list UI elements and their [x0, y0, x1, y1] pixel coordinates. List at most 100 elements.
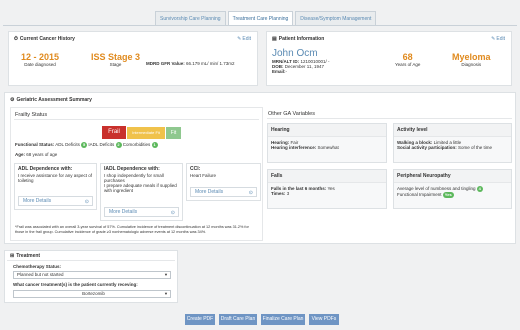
treatment-header: ⊞ Treatment — [10, 253, 40, 259]
frailty-footnote: *Frail was associated with an overall 3-… — [15, 225, 249, 234]
cci-more-details-button[interactable]: More Details ⊙ — [190, 187, 257, 197]
times-value: 3 — [286, 191, 290, 196]
patient-diagnosis-label: Diagnosis — [461, 62, 482, 67]
view-pdfs-button[interactable]: View PDFs — [309, 314, 339, 325]
fit-button[interactable]: Fit — [166, 127, 181, 139]
patient-diagnosis: Myeloma — [452, 52, 491, 62]
neuropathy-title: Peripheral Neuropathy — [394, 170, 511, 183]
patient-info-edit-link[interactable]: ✎ Edit — [491, 36, 505, 42]
chemo-status-select[interactable]: Planned but not started ▼ — [13, 271, 171, 279]
edit-label: Edit — [242, 36, 251, 42]
adl-more-details-button[interactable]: More Details ⊙ — [18, 196, 93, 206]
stage-label: Stage — [109, 62, 122, 67]
interference-value: Somewhat — [317, 145, 339, 150]
arrow-right-icon: ⊙ — [84, 199, 89, 205]
falls-box: Falls Falls in the last 6 months: Yes Ti… — [267, 169, 387, 209]
other-ga-section: Other GA Variables Hearing Hearing: Fair… — [267, 107, 512, 241]
frail-button[interactable]: Frail — [102, 126, 126, 139]
more-details-label: More Details — [195, 189, 224, 195]
cci-box: CCI: Heart Failure More Details ⊙ — [186, 163, 261, 201]
chemo-status-label: Chemotherapy Status: — [13, 264, 62, 269]
age-value: 68 years of age — [26, 152, 58, 157]
adl-dependence-text: I receive assistance for any aspect of t… — [18, 173, 93, 183]
other-ga-divider — [267, 118, 512, 119]
tab-bar: Survivorship Care Planning Treatment Car… — [155, 11, 377, 25]
tab-disease-symptom-management[interactable]: Disease/Symptom Management — [295, 11, 377, 25]
gfr-block: MDRD GFR Value: 66.179 mL/ min/ 1.73m2 — [146, 61, 235, 66]
diagnosis-date: 12 - 2015 — [21, 52, 60, 62]
gfr-value: 66.179 mL/ min/ 1.73m2 — [186, 61, 235, 66]
impairment-label: Functional Impairment — [397, 192, 442, 197]
dob-value: December 11, 1947 — [284, 64, 324, 69]
impairment-row: Functional Impairment Yes — [394, 192, 511, 198]
frailty-status-title: Frailty Status — [15, 112, 48, 118]
intermediate-fit-button[interactable]: Intermediate Fit — [127, 127, 165, 139]
activity-box: Activity level Walking a block: Limited … — [393, 123, 512, 163]
cancer-history-title: Current Cancer History — [19, 36, 75, 42]
current-treatment-label: What cancer treatment(s) is the patient … — [13, 282, 138, 287]
hearing-row: Hearing: Fair — [268, 137, 386, 145]
functional-status-label: Functional Status: — [15, 142, 55, 148]
patient-age-label: Years of Age — [395, 62, 421, 67]
more-details-label: More Details — [109, 209, 138, 215]
times-label: Times: — [271, 191, 286, 196]
draft-care-plan-button[interactable]: Draft Care Plan — [219, 314, 257, 325]
cci-title: CCI: — [190, 166, 201, 172]
other-ga-title: Other GA Variables — [268, 111, 315, 117]
tab-survivorship-care-planning[interactable]: Survivorship Care Planning — [155, 11, 226, 25]
age-label: Age: — [15, 152, 25, 157]
numbness-label: Average level of numbness and tingling — [397, 186, 476, 192]
neuropathy-box: Peripheral Neuropathy Average level of n… — [393, 169, 512, 209]
patient-age: 68 — [402, 52, 413, 62]
activity-title: Activity level — [394, 124, 511, 137]
stage-block: ISS Stage 3 Stage — [91, 52, 140, 67]
diagnosis-date-label: Date diagnosed — [24, 62, 56, 67]
patient-info-panel: ▤ Patient Information ✎ Edit John Ocm MR… — [266, 31, 512, 86]
iadl-dependence-text: I shop independently for small purchases — [104, 173, 164, 183]
patient-age-block: 68 Years of Age — [395, 52, 420, 67]
edit-icon: ✎ — [237, 36, 242, 42]
falls-title: Falls — [268, 170, 386, 183]
treatment-title: Treatment — [16, 253, 41, 259]
create-pdf-button[interactable]: Create PDF — [185, 314, 215, 325]
cancer-history-header: ⏱ Current Cancer History — [14, 36, 75, 42]
tab-treatment-care-planning[interactable]: Treatment Care Planning — [227, 11, 294, 25]
patient-info-header: ▤ Patient Information — [272, 36, 324, 42]
cancer-history-edit-link[interactable]: ✎ Edit — [237, 36, 251, 42]
social-row: Social activity participation: Some of t… — [394, 145, 511, 150]
gfr-label: MDRD GFR Value: — [146, 61, 185, 66]
treatment-divider — [7, 260, 175, 261]
iadl-deficits-count: 2 — [115, 142, 122, 148]
hearing-box: Hearing Hearing: Fair Hearing interferen… — [267, 123, 387, 163]
impairment-yes-badge: Yes — [442, 192, 454, 198]
social-value: Some of the time — [458, 145, 493, 150]
iadl-deficits-label: IADL Deficits — [88, 142, 115, 148]
comorbidities-label: Comorbidities — [122, 142, 151, 148]
hearing-interference-row: Hearing interference: Somewhat — [268, 145, 386, 150]
geriatric-assessment-panel: ⚙ Geriatric Assessment Summary Frailty S… — [4, 92, 516, 244]
cci-text: Heart Failure — [190, 173, 217, 178]
current-treatment-select[interactable]: Bortezomib ▼ — [13, 290, 171, 298]
chevron-down-icon: ▼ — [164, 272, 168, 277]
comorbidities-count: 1 — [151, 142, 158, 148]
adl-deficits-count: 5 — [81, 142, 88, 148]
edit-icon: ✎ — [491, 36, 496, 42]
finalize-care-plan-button[interactable]: Finalize Care Plan — [261, 314, 305, 325]
times-row: Times: 3 — [268, 191, 386, 196]
iadl-dependence-text-2: I prepare adequate meals if supplied wit… — [104, 183, 177, 193]
chevron-down-icon: ▼ — [164, 291, 168, 296]
patient-name: John Ocm — [272, 48, 318, 59]
frailty-status-section: Frailty Status Frail Intermediate Fit Fi… — [10, 107, 263, 241]
email-value: - — [285, 69, 288, 74]
interference-label: Hearing interference: — [271, 145, 317, 150]
patient-email: Email:- — [272, 69, 329, 74]
numbness-row: Average level of numbness and tingling 4 — [394, 183, 511, 192]
arrow-right-icon: ⊙ — [248, 190, 253, 196]
current-treatment-value: Bortezomib — [82, 291, 105, 296]
iadl-dependence-box: IADL Dependence with: I shop independent… — [100, 163, 183, 221]
email-label: Email: — [272, 69, 286, 74]
age-row: Age: 68 years of age — [15, 152, 57, 157]
edit-label: Edit — [496, 36, 505, 42]
geriatric-header: ⚙ Geriatric Assessment Summary — [10, 97, 92, 103]
iadl-more-details-button[interactable]: More Details ⊙ — [104, 207, 179, 217]
